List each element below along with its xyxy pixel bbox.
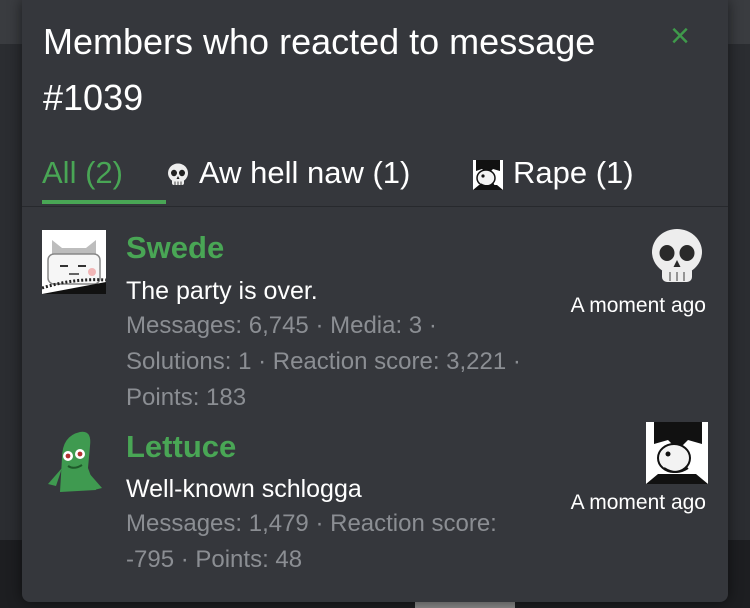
- cartoon-face-icon: [646, 422, 708, 484]
- reaction-tabs: All (2) Aw hell naw (1) Rape (1): [22, 142, 728, 207]
- skull-icon: [652, 229, 702, 282]
- avatar[interactable]: [42, 428, 106, 492]
- avatar[interactable]: [41, 230, 107, 294]
- tab-rape[interactable]: Rape (1): [471, 142, 634, 204]
- member-name[interactable]: Lettuce: [126, 429, 236, 465]
- member-row: Lettuce Well-known schlogga Messages: 1,…: [22, 422, 728, 592]
- tab-aw-hell-naw[interactable]: Aw hell naw (1): [165, 142, 410, 204]
- cartoon-face-icon: [473, 159, 503, 190]
- skull-icon: [168, 163, 188, 185]
- close-button[interactable]: ×: [662, 18, 698, 54]
- cat-face-avatar: [41, 230, 107, 294]
- reaction-time: A moment ago: [570, 491, 706, 514]
- green-clay-figure-avatar: [48, 431, 102, 492]
- dialog-title: Members who reacted to message #1039: [43, 21, 596, 118]
- member-name[interactable]: Swede: [126, 230, 224, 266]
- close-icon: ×: [670, 17, 690, 55]
- member-stats: Messages: 1,479 · Reaction score: -795 ·…: [126, 510, 497, 573]
- member-user-title: Well-known schlogga: [126, 475, 362, 503]
- tab-label: All (2): [42, 155, 123, 190]
- tab-all[interactable]: All (2): [42, 142, 166, 204]
- tab-label: Rape (1): [513, 155, 634, 190]
- member-row: Swede The party is over. Messages: 6,745…: [22, 226, 728, 411]
- member-user-title: The party is over.: [126, 277, 318, 305]
- reaction-icon: [646, 226, 708, 288]
- reactions-dialog: Members who reacted to message #1039 × A…: [22, 0, 728, 602]
- tab-label: Aw hell naw (1): [199, 155, 411, 190]
- reaction-time: A moment ago: [570, 294, 706, 317]
- reaction-icon: [646, 422, 708, 484]
- member-stats: Messages: 6,745 · Media: 3 · Solutions: …: [126, 312, 521, 411]
